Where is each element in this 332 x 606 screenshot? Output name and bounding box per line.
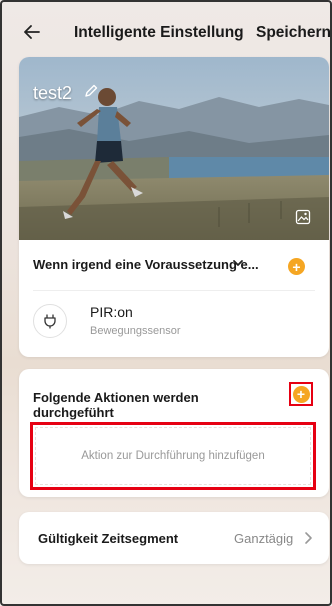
save-button[interactable]: Speichern [256,24,331,42]
actions-heading: Folgende Aktionen werden durchgeführt [33,390,199,420]
actions-card: Folgende Aktionen werden durchgeführt + … [19,369,329,497]
image-icon[interactable] [295,209,311,225]
condition-device-type: Bewegungssensor [90,325,181,337]
plus-circle-icon: + [292,385,310,403]
add-action-button[interactable]: + [289,382,313,406]
add-action-placeholder[interactable]: Aktion zur Durchführung hinzufügen [35,427,311,485]
validity-label: Gültigkeit Zeitsegment [38,531,179,546]
condition-device-name[interactable]: PIR:on [90,304,133,320]
page-title: Intelligente Einstellung [74,24,244,41]
top-bar: Intelligente Einstellung Speichern [0,0,332,60]
validity-value: Ganztägig [234,531,294,546]
scene-name: test2 [33,83,73,103]
plug-icon [44,314,56,329]
condition-row[interactable]: Wenn irgend eine Voraussetzung e... + [19,240,329,290]
arrow-left-icon [24,25,40,39]
scene-card: test2 Wenn irgend eine Voraussetzung e..… [19,57,329,357]
device-icon [33,304,67,338]
chevron-down-icon[interactable] [232,258,244,268]
plus-circle-icon: + [292,258,301,275]
chevron-right-icon [305,532,312,544]
validity-row[interactable]: Gültigkeit Zeitsegment Ganztägig [19,512,329,564]
divider [33,290,315,291]
add-condition-button[interactable]: + [288,258,305,275]
pencil-icon[interactable] [83,83,99,99]
condition-selector[interactable]: Wenn irgend eine Voraussetzung e... [33,257,259,272]
back-button[interactable] [20,20,44,44]
add-action-area[interactable]: Aktion zur Durchführung hinzufügen [30,422,316,490]
